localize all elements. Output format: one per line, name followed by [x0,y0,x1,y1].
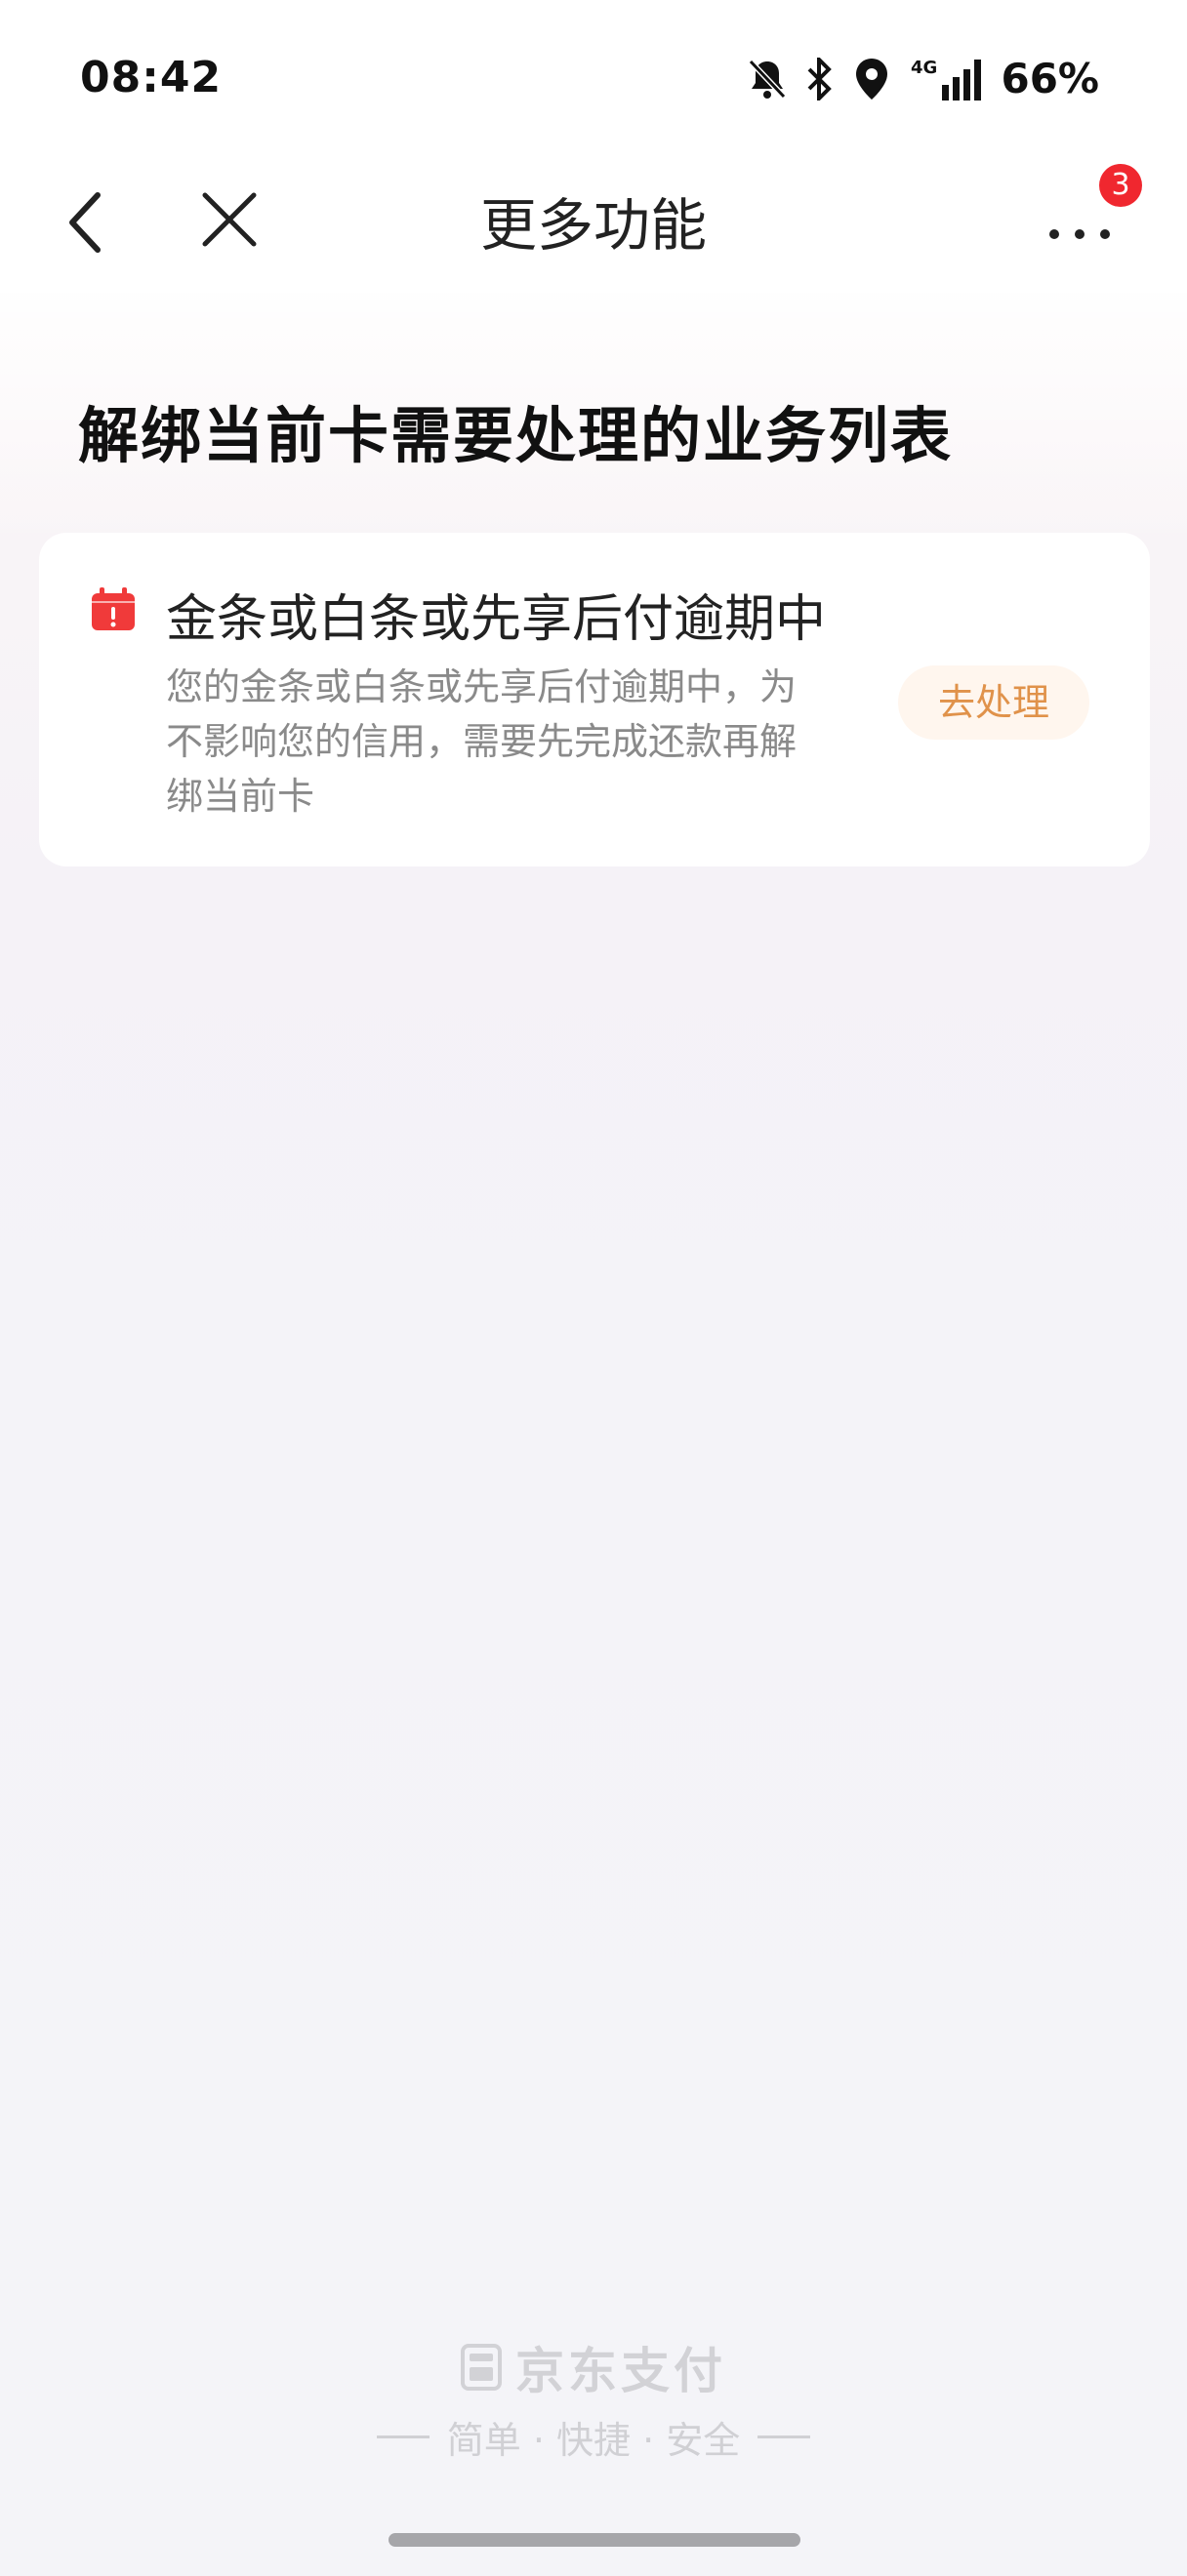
battery-level: 66% [1001,55,1099,102]
section-title: 解绑当前卡需要处理的业务列表 [78,400,954,471]
page-title: 更多功能 [479,192,707,259]
brand-footer: 京东支付 简单 · 快捷 · 安全 [0,2332,1187,2464]
brand-name: 京东支付 [515,2343,726,2399]
bluetooth-icon [805,57,835,101]
status-icons: 4G 66% [747,55,1099,102]
calendar-alert-icon [90,585,137,632]
bell-off-icon [747,58,788,101]
handle-button[interactable]: 去处理 [898,665,1089,740]
home-indicator[interactable] [389,2533,800,2547]
business-item-card: 金条或白条或先享后付逾期中 您的金条或白条或先享后付逾期中，为不影响您的信用，需… [39,533,1150,866]
slogan-text: 简单 · 快捷 · 安全 [446,2419,741,2462]
network-label: 4G [911,58,937,78]
card-description: 您的金条或白条或先享后付逾期中，为不影响您的信用，需要先完成还款再解绑当前卡 [166,665,798,818]
nav-bar: 更多功能 3 [0,156,1187,293]
brand-slogan: 简单 · 快捷 · 安全 [0,2410,1187,2464]
slogan-divider-left [376,2435,430,2438]
signal-icon: 4G [909,56,983,102]
location-icon [852,57,891,101]
jd-pay-logo-icon [461,2344,502,2391]
status-bar: 08:42 4G 66% [0,0,1187,156]
notification-badge: 3 [1099,164,1142,207]
status-time: 08:42 [80,53,223,102]
slogan-divider-right [757,2435,811,2438]
more-dots-icon[interactable] [1041,195,1119,254]
card-title: 金条或白条或先享后付逾期中 [166,590,827,649]
